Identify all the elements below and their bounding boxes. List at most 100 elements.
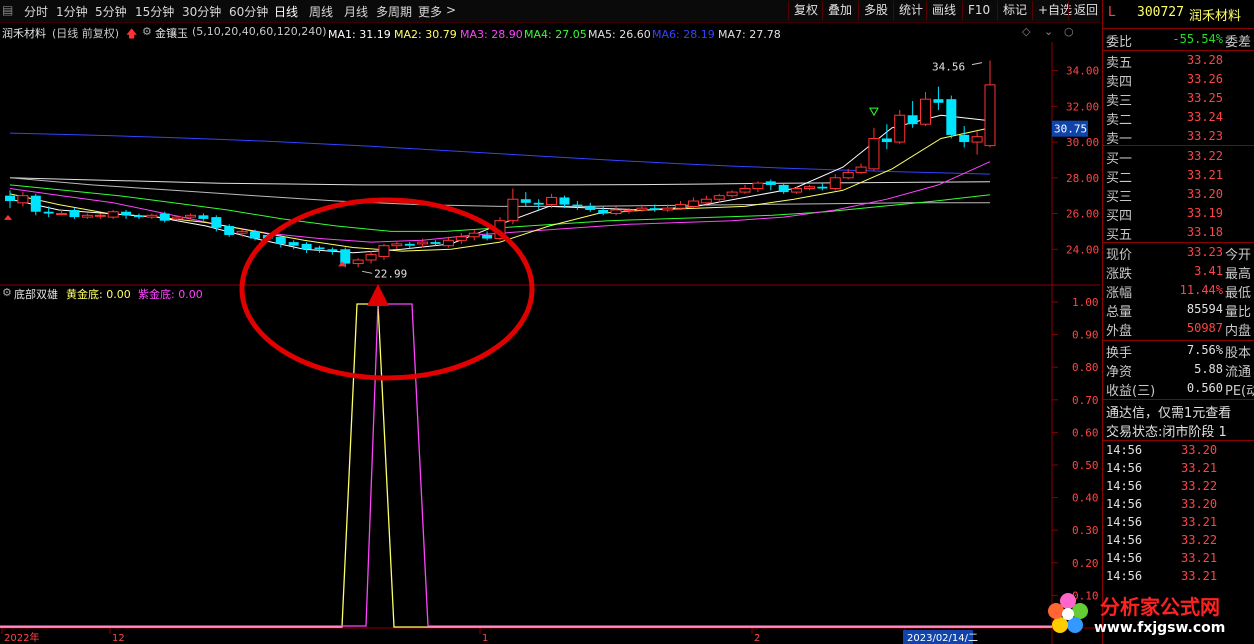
low-pointer	[362, 270, 373, 274]
tick-time: 14:56	[1106, 569, 1143, 583]
candle-body	[791, 188, 803, 193]
candle-body	[455, 236, 467, 241]
period-tab-7[interactable]: 周线	[309, 3, 333, 20]
bid-row-2[interactable]: 买三 33.20	[1103, 186, 1254, 205]
bid-row-1[interactable]: 买二 33.21	[1103, 167, 1254, 186]
price-axis-label: 28.00	[1066, 172, 1099, 185]
candle-body	[585, 206, 596, 210]
toolbar-button-8[interactable]: 返回	[1068, 1, 1103, 20]
stat-row-0[interactable]: 换手 7.56% 股本	[1103, 342, 1254, 361]
ask-row-1[interactable]: 卖四 33.26	[1103, 71, 1254, 90]
notice-row[interactable]: 通达信，仅需1元查看	[1103, 402, 1254, 421]
candle-body	[30, 195, 41, 212]
grid-icon[interactable]: ▤	[2, 3, 13, 17]
tick-row: 14:56 33.20	[1103, 497, 1254, 515]
circle-icon[interactable]: ○	[1064, 25, 1074, 38]
toolbar-button-2[interactable]: 多股	[858, 1, 893, 20]
candle-body	[81, 214, 93, 218]
candle-body	[94, 214, 106, 217]
candle-body	[713, 195, 725, 200]
period-tab-1[interactable]: 1分钟	[56, 3, 88, 20]
toolbar-button-1[interactable]: 叠加	[822, 1, 857, 20]
purple-bottom-label: 紫金底: 0.00	[138, 288, 203, 301]
bid-row-3[interactable]: 买四 33.19	[1103, 205, 1254, 224]
bid-label: 买四	[1106, 209, 1133, 224]
highlight-arrow-icon	[367, 284, 389, 306]
quote-row-4[interactable]: 外盘 50987 内盘	[1103, 320, 1254, 339]
candle-body	[224, 226, 235, 235]
stat-value: 7.56%	[1186, 343, 1223, 357]
candle-body	[894, 114, 906, 143]
stat-row-1[interactable]: 净资 5.88 流通	[1103, 361, 1254, 380]
quote-value: 85594	[1186, 302, 1223, 316]
tick-price: 33.21	[1181, 515, 1218, 529]
period-tab-5[interactable]: 60分钟	[229, 3, 268, 20]
quote-row-0[interactable]: 现价 33.23 今开	[1103, 244, 1254, 263]
candle-body	[726, 191, 738, 197]
period-tab-9[interactable]: 多周期	[376, 3, 412, 20]
stock-name: 润禾材料	[2, 27, 46, 40]
stat-row-2[interactable]: 收益(三) 0.560 PE(动	[1103, 380, 1254, 399]
sub-axis-label: 0.90	[1072, 329, 1099, 342]
candle-body	[662, 207, 674, 211]
settings-gear-icon[interactable]: ⚙	[142, 25, 152, 38]
toolbar-button-4[interactable]: 画线	[926, 1, 961, 20]
tick-price: 33.21	[1181, 569, 1218, 583]
candle-body	[829, 177, 841, 190]
tick-time: 14:56	[1106, 551, 1143, 565]
time-axis-label: 2	[754, 633, 760, 644]
toolbar-button-5[interactable]: F10	[962, 1, 995, 20]
gold-bottom-label: 黄金底: 0.00	[66, 288, 131, 301]
toolbar-button-0[interactable]: 复权	[788, 1, 823, 20]
chevron-down-icon[interactable]: ⌄	[1044, 25, 1053, 38]
period-tab-3[interactable]: 15分钟	[135, 3, 174, 20]
quote-row-1[interactable]: 涨跌 3.41 最高	[1103, 263, 1254, 282]
gold-bottom-line	[0, 303, 1052, 628]
quote-row-2[interactable]: 涨幅 11.44% 最低	[1103, 282, 1254, 301]
bid-value: 33.22	[1186, 149, 1223, 163]
ask-label: 卖二	[1106, 113, 1133, 128]
stat-value: 5.88	[1194, 362, 1223, 376]
candle-body	[572, 204, 583, 207]
toolbar-button-3[interactable]: 统计	[893, 1, 928, 20]
period-toolbar: ▤ 分时 1分钟 5分钟 15分钟 30分钟 60分钟 日线 周线 月线 多周期 更多 > 复权 叠加多…	[0, 0, 1100, 23]
candle-body	[198, 215, 209, 219]
period-tab-0[interactable]: 分时	[24, 3, 48, 20]
ask-label: 卖三	[1106, 94, 1133, 109]
tick-price: 33.22	[1181, 533, 1218, 547]
period-tab-2[interactable]: 5分钟	[95, 3, 127, 20]
stat-label: 换手	[1106, 346, 1133, 361]
chevron-right-icon[interactable]: >	[446, 3, 456, 17]
candle-body	[546, 196, 558, 206]
candle-body	[559, 197, 570, 205]
ask-label: 卖四	[1106, 75, 1133, 90]
candle-body	[327, 249, 338, 252]
kline-chart[interactable]: 34.00 32.00 30.00 28.00 26.00 24.00 30.75 34.5…	[0, 42, 1100, 644]
flower-logo-icon	[1048, 593, 1088, 633]
period-tab-6[interactable]: 日线	[274, 3, 298, 20]
tick-price: 33.22	[1181, 479, 1218, 493]
high-pointer	[971, 62, 983, 66]
price-axis-label: 26.00	[1066, 208, 1099, 221]
candle-body	[43, 211, 54, 214]
candle-body	[649, 208, 660, 210]
period-tab-4[interactable]: 30分钟	[182, 3, 221, 20]
period-tab-8[interactable]: 月线	[344, 3, 368, 20]
ask-row-0[interactable]: 卖五 33.28	[1103, 52, 1254, 71]
ask-row-3[interactable]: 卖二 33.24	[1103, 109, 1254, 128]
indicator-name[interactable]: 金镶玉	[155, 25, 188, 41]
bid-row-4[interactable]: 买五 33.18	[1103, 224, 1254, 243]
ask-row-4[interactable]: 卖一 33.23	[1103, 128, 1254, 147]
toolbar-button-6[interactable]: 标记	[997, 1, 1032, 20]
sub-axis-label: 0.60	[1072, 426, 1099, 439]
settings-gear-icon[interactable]: ⚙	[2, 286, 12, 299]
tick-row: 14:56 33.22	[1103, 479, 1254, 497]
ask-row-2[interactable]: 卖三 33.25	[1103, 90, 1254, 109]
quote-row-3[interactable]: 总量 85594 量比	[1103, 301, 1254, 320]
bid-row-0[interactable]: 买一 33.22	[1103, 148, 1254, 167]
candle-body	[442, 239, 454, 247]
sub-indicator-title: 底部双雄	[14, 288, 58, 301]
candle-body	[610, 209, 622, 215]
diamond-icon[interactable]: ◇	[1022, 25, 1030, 38]
period-tab-10[interactable]: 更多	[418, 3, 442, 20]
